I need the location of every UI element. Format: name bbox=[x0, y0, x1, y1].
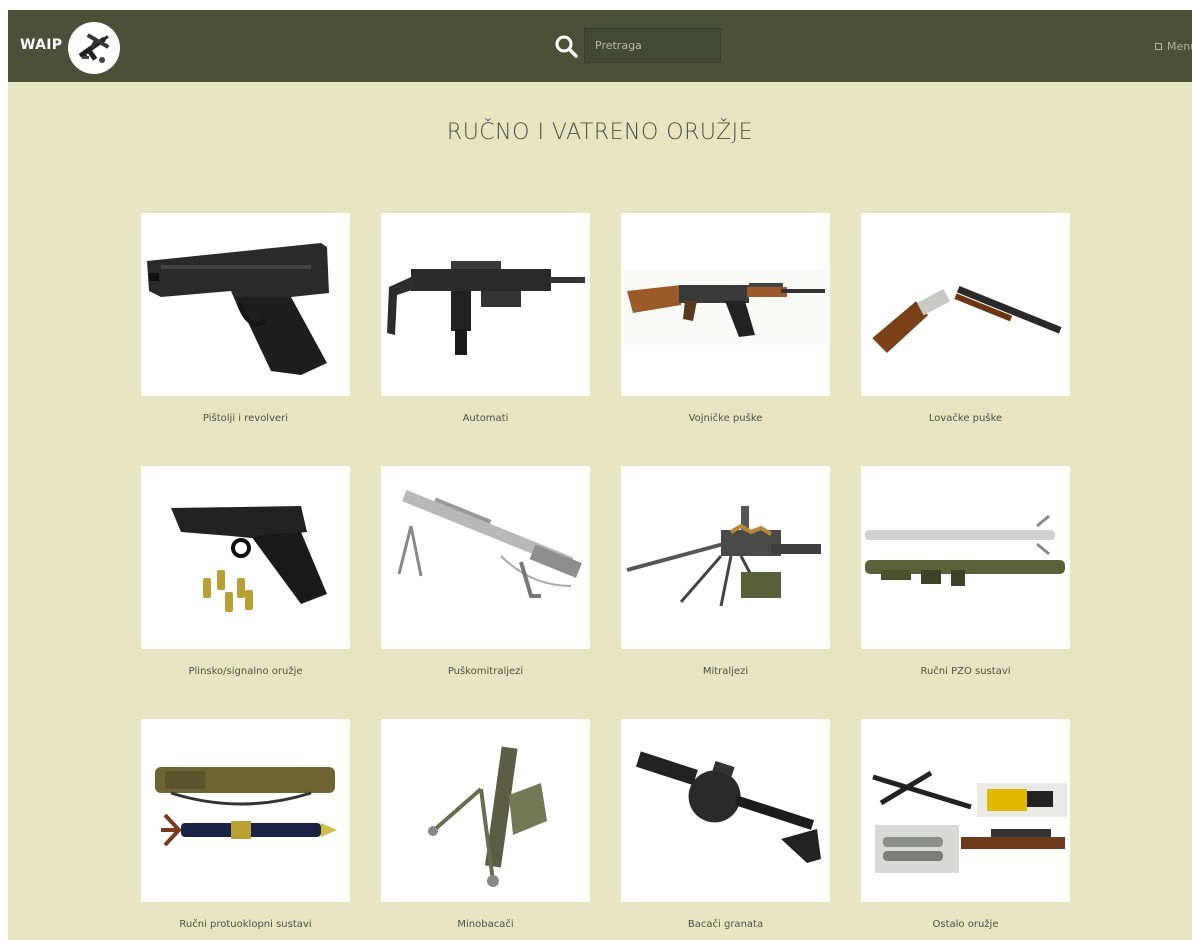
category-card-gas-signal[interactable]: Plinsko/signalno oružje bbox=[141, 466, 350, 719]
menu-button[interactable]: Menu bbox=[1155, 40, 1192, 53]
light-machine-gun-image[interactable] bbox=[381, 466, 590, 649]
category-label: Vojničke puške bbox=[688, 413, 763, 424]
top-navigation-bar: WAIP Pretraga Men bbox=[8, 10, 1192, 82]
mortar-image[interactable] bbox=[381, 719, 590, 902]
search-icon[interactable] bbox=[554, 34, 578, 58]
manpads-image[interactable] bbox=[861, 466, 1070, 649]
category-card-hunting-shotguns[interactable]: Lovačke puške bbox=[861, 213, 1070, 466]
category-card-light-machine-guns[interactable]: Puškomitraljezi bbox=[381, 466, 590, 719]
category-label: Automati bbox=[462, 413, 509, 424]
page: WAIP Pretraga Men RUČNO I VATRENO ORUŽJE… bbox=[8, 10, 1192, 940]
search-input[interactable] bbox=[584, 28, 721, 63]
category-label: Pištolji i revolveri bbox=[202, 413, 289, 424]
category-card-manpads[interactable]: Ručni PZO sustavi bbox=[861, 466, 1070, 719]
submachine-gun-image[interactable] bbox=[381, 213, 590, 396]
category-label: Minobacači bbox=[457, 919, 514, 930]
category-card-machine-guns[interactable]: Mitraljezi bbox=[621, 466, 830, 719]
gas-pistol-image[interactable] bbox=[141, 466, 350, 649]
brand-link[interactable]: WAIP bbox=[20, 37, 62, 53]
category-label: Ručni PZO sustavi bbox=[920, 666, 1011, 677]
anti-tank-launcher-image[interactable] bbox=[141, 719, 350, 902]
category-card-pistols[interactable]: Pištolji i revolveri bbox=[141, 213, 350, 466]
pistol-image[interactable] bbox=[141, 213, 350, 396]
other-weapons-image[interactable] bbox=[861, 719, 1070, 902]
category-label: Lovačke puške bbox=[928, 413, 1003, 424]
category-card-submachine-guns[interactable]: Automati bbox=[381, 213, 590, 466]
page-title: RUČNO I VATRENO ORUŽJE bbox=[446, 120, 754, 145]
category-card-mortars[interactable]: Minobacači bbox=[381, 719, 590, 940]
category-label: Bacači granata bbox=[687, 919, 764, 930]
category-label: Puškomitraljezi bbox=[447, 666, 524, 677]
category-card-anti-tank[interactable]: Ručni protuoklopni sustavi bbox=[141, 719, 350, 940]
heavy-machine-gun-image[interactable] bbox=[621, 466, 830, 649]
category-label: Ostalo oružje bbox=[932, 919, 999, 930]
category-grid: Pištolji i revolveri Automati Vojničke p… bbox=[141, 213, 1070, 940]
category-card-military-rifles[interactable]: Vojničke puške bbox=[621, 213, 830, 466]
logo-icon[interactable] bbox=[68, 22, 120, 74]
category-label: Mitraljezi bbox=[702, 666, 749, 677]
category-label: Plinsko/signalno oružje bbox=[188, 666, 303, 677]
assault-rifle-image[interactable] bbox=[621, 213, 830, 396]
category-card-grenade-launchers[interactable]: Bacači granata bbox=[621, 719, 830, 940]
category-label: Ručni protuoklopni sustavi bbox=[179, 919, 312, 930]
menu-label: Menu bbox=[1167, 40, 1192, 53]
hunting-shotgun-image[interactable] bbox=[861, 213, 1070, 396]
grenade-launcher-image[interactable] bbox=[621, 719, 830, 902]
category-card-other-weapons[interactable]: Ostalo oružje bbox=[861, 719, 1070, 940]
menu-icon bbox=[1155, 43, 1162, 50]
